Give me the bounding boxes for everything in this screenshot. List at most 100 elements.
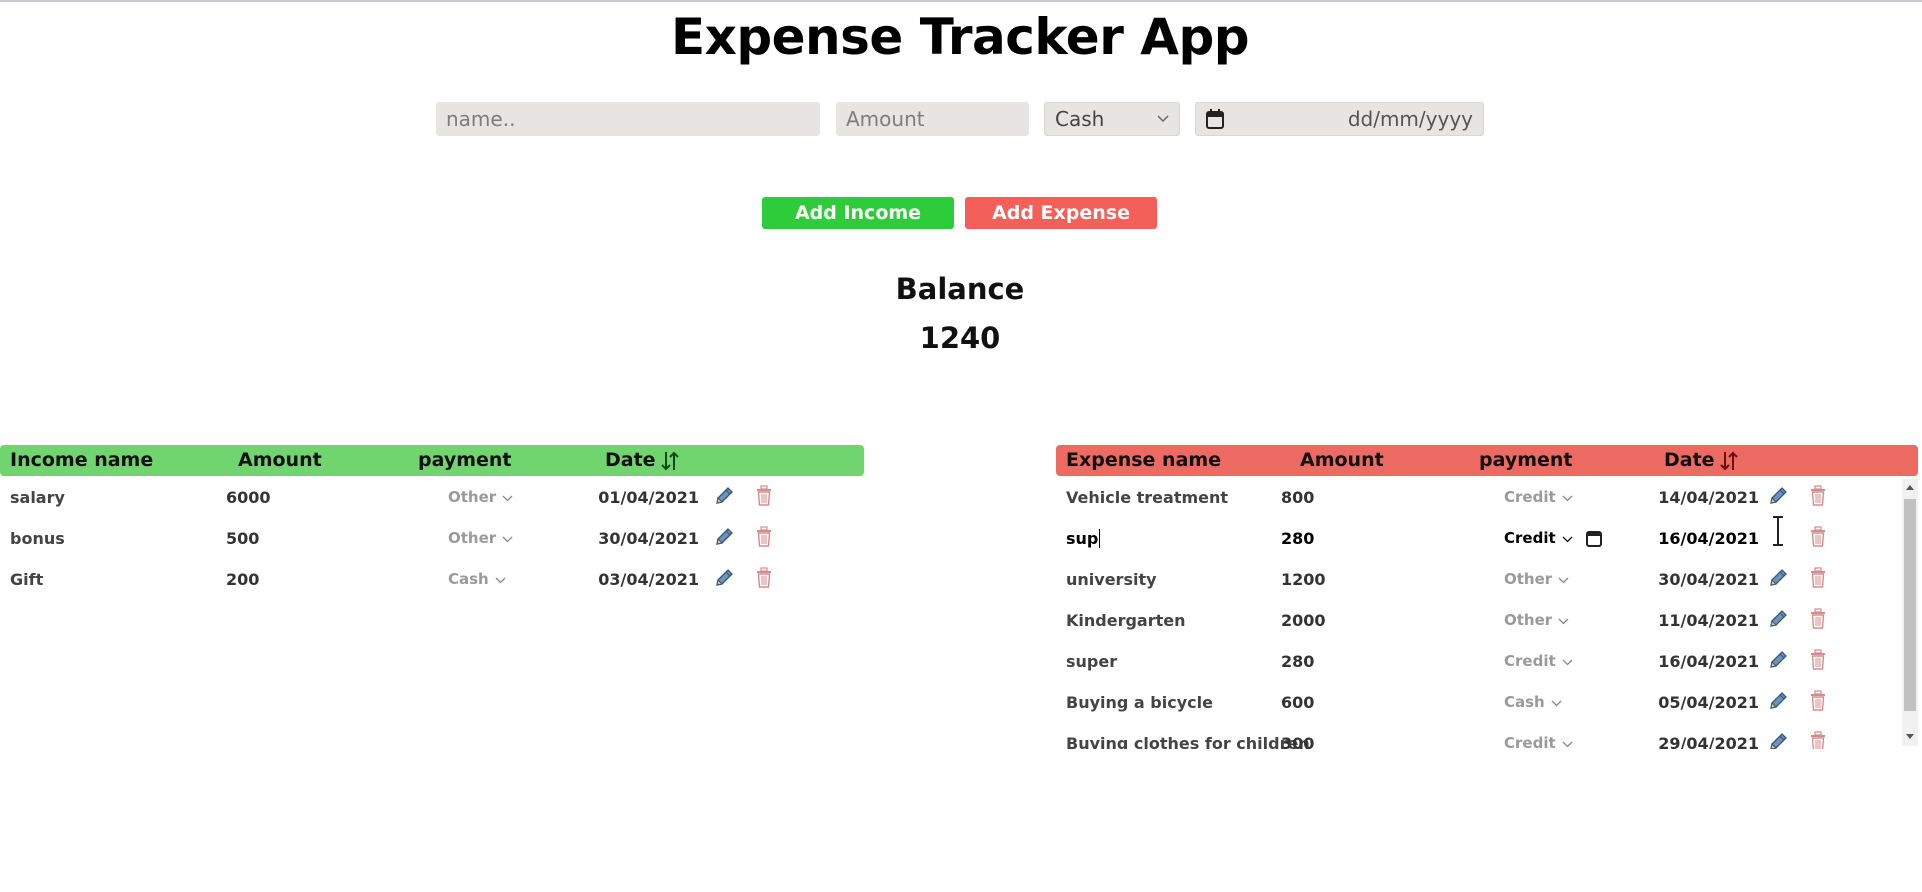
income-row-date: 30/04/2021 <box>598 529 699 548</box>
expense-table-body: Vehicle treatment 800 Credit 14/04/2021 sup 2… <box>1056 479 1918 749</box>
trash-icon[interactable] <box>1806 525 1830 549</box>
add-expense-button[interactable]: Add Expense <box>965 197 1157 229</box>
expense-row-name: Buying clothes for children <box>1066 734 1310 749</box>
expense-row-payment-select[interactable]: Credit <box>1504 529 1573 547</box>
income-amount-header: Amount <box>238 449 322 471</box>
trash-icon[interactable] <box>1806 607 1830 631</box>
chevron-down-icon <box>1562 529 1573 547</box>
income-row-payment-value: Cash <box>448 570 489 588</box>
pencil-icon[interactable] <box>1766 607 1790 631</box>
chevron-down-icon <box>502 488 513 506</box>
income-row-date: 03/04/2021 <box>598 570 699 589</box>
payment-select[interactable]: Cash <box>1044 102 1180 136</box>
expense-row-payment-select[interactable]: Other <box>1504 611 1569 629</box>
expense-row-payment-select[interactable]: Other <box>1504 570 1569 588</box>
income-date-header-label: Date <box>605 449 656 471</box>
expense-scrollbar[interactable] <box>1902 479 1918 746</box>
chevron-down-icon <box>1562 652 1573 670</box>
scroll-up-arrow[interactable] <box>1906 485 1914 490</box>
pencil-icon[interactable] <box>712 525 736 549</box>
expense-row-payment-select[interactable]: Cash <box>1504 693 1562 711</box>
chevron-down-icon <box>1562 734 1573 749</box>
chevron-down-icon <box>1558 570 1569 588</box>
name-input-field[interactable] <box>436 102 820 136</box>
expense-row-payment-value: Credit <box>1504 652 1556 670</box>
income-row-payment-value: Other <box>448 529 497 547</box>
expense-row-date: 29/04/2021 <box>1658 734 1759 749</box>
scroll-thumb[interactable] <box>1904 499 1916 711</box>
expense-row-date: 14/04/2021 <box>1658 488 1759 507</box>
expense-date-header[interactable]: Date <box>1664 449 1739 472</box>
pencil-icon[interactable] <box>712 484 736 508</box>
app-title: Expense Tracker App <box>670 8 1250 66</box>
pencil-icon[interactable] <box>1766 689 1790 713</box>
expense-row-date: 05/04/2021 <box>1658 693 1759 712</box>
chevron-down-icon <box>1562 488 1573 506</box>
expense-table-row: Buying clothes for children 300 Credit 29/0… <box>1056 728 1902 749</box>
expense-row-amount: 2000 <box>1281 611 1326 630</box>
amount-input[interactable] <box>846 107 1019 131</box>
pencil-icon[interactable] <box>1766 730 1790 749</box>
trash-icon[interactable] <box>752 525 776 549</box>
expense-table-row: Buying a bicycle 600 Cash 05/04/2021 <box>1056 687 1902 717</box>
payment-select-value: Cash <box>1055 107 1105 131</box>
trash-icon[interactable] <box>752 484 776 508</box>
expense-row-payment-select[interactable]: Credit <box>1504 734 1573 749</box>
text-cursor-icon <box>1773 516 1783 546</box>
pencil-icon[interactable] <box>1766 648 1790 672</box>
expense-table-header: Expense name Amount payment Date <box>1056 445 1918 476</box>
expense-row-payment-value: Other <box>1504 611 1553 629</box>
income-name-header: Income name <box>10 449 154 471</box>
trash-icon[interactable] <box>1806 648 1830 672</box>
pencil-icon[interactable] <box>712 566 736 590</box>
sort-arrows-icon[interactable] <box>660 450 680 472</box>
date-input[interactable]: dd/mm/yyyy <box>1195 102 1484 136</box>
expense-row-payment-select[interactable]: Credit <box>1504 488 1573 506</box>
expense-row-date[interactable]: 16/04/2021 <box>1649 529 1759 548</box>
expense-row-amount: 300 <box>1281 734 1315 749</box>
income-row-date: 01/04/2021 <box>598 488 699 507</box>
income-row-payment-select[interactable]: Cash <box>448 570 506 588</box>
income-row-name: bonus <box>10 529 65 548</box>
expense-row-payment-value: Credit <box>1504 734 1556 749</box>
expense-row-name: Vehicle treatment <box>1066 488 1229 507</box>
trash-icon[interactable] <box>1806 566 1830 590</box>
calendar-icon[interactable] <box>1206 109 1224 129</box>
name-input[interactable] <box>446 107 810 131</box>
income-payment-header: payment <box>418 449 512 471</box>
expense-row-name: Kindergarten <box>1066 611 1186 630</box>
trash-icon[interactable] <box>1806 730 1830 749</box>
income-row-amount: 200 <box>226 570 260 589</box>
expense-table-row: Kindergarten 2000 Other 11/04/2021 <box>1056 605 1902 635</box>
pencil-icon[interactable] <box>1766 566 1790 590</box>
balance-value: 1240 <box>919 321 1001 355</box>
chevron-down-icon <box>502 529 513 547</box>
income-table-row: Gift 200 Cash 03/04/2021 <box>0 564 864 594</box>
income-row-payment-select[interactable]: Other <box>448 529 513 547</box>
window-top-border <box>0 0 1922 2</box>
scroll-down-arrow[interactable] <box>1906 734 1914 739</box>
chevron-down-icon <box>1551 693 1562 711</box>
amount-input-field[interactable] <box>836 102 1029 136</box>
expense-table-row: super 280 Credit 16/04/2021 <box>1056 646 1902 676</box>
expense-date-header-label: Date <box>1664 449 1715 471</box>
expense-row-payment-select[interactable]: Credit <box>1504 652 1573 670</box>
calendar-icon[interactable] <box>1586 529 1602 551</box>
income-row-amount: 500 <box>226 529 260 548</box>
income-row-payment-select[interactable]: Other <box>448 488 513 506</box>
expense-row-date: 16/04/2021 <box>1658 652 1759 671</box>
income-row-name: salary <box>10 488 65 507</box>
expense-row-name[interactable]: sup <box>1066 529 1101 548</box>
trash-icon[interactable] <box>1806 689 1830 713</box>
income-date-header[interactable]: Date <box>605 449 680 472</box>
expense-row-name: university <box>1066 570 1157 589</box>
add-income-button[interactable]: Add Income <box>762 197 954 229</box>
sort-arrows-icon[interactable] <box>1719 450 1739 472</box>
trash-icon[interactable] <box>1806 484 1830 508</box>
trash-icon[interactable] <box>752 566 776 590</box>
expense-row-name: super <box>1066 652 1118 671</box>
expense-row-date: 11/04/2021 <box>1658 611 1759 630</box>
pencil-icon[interactable] <box>1766 484 1790 508</box>
expense-row-amount[interactable]: 280 <box>1281 529 1314 548</box>
balance-label: Balance <box>895 272 1025 306</box>
